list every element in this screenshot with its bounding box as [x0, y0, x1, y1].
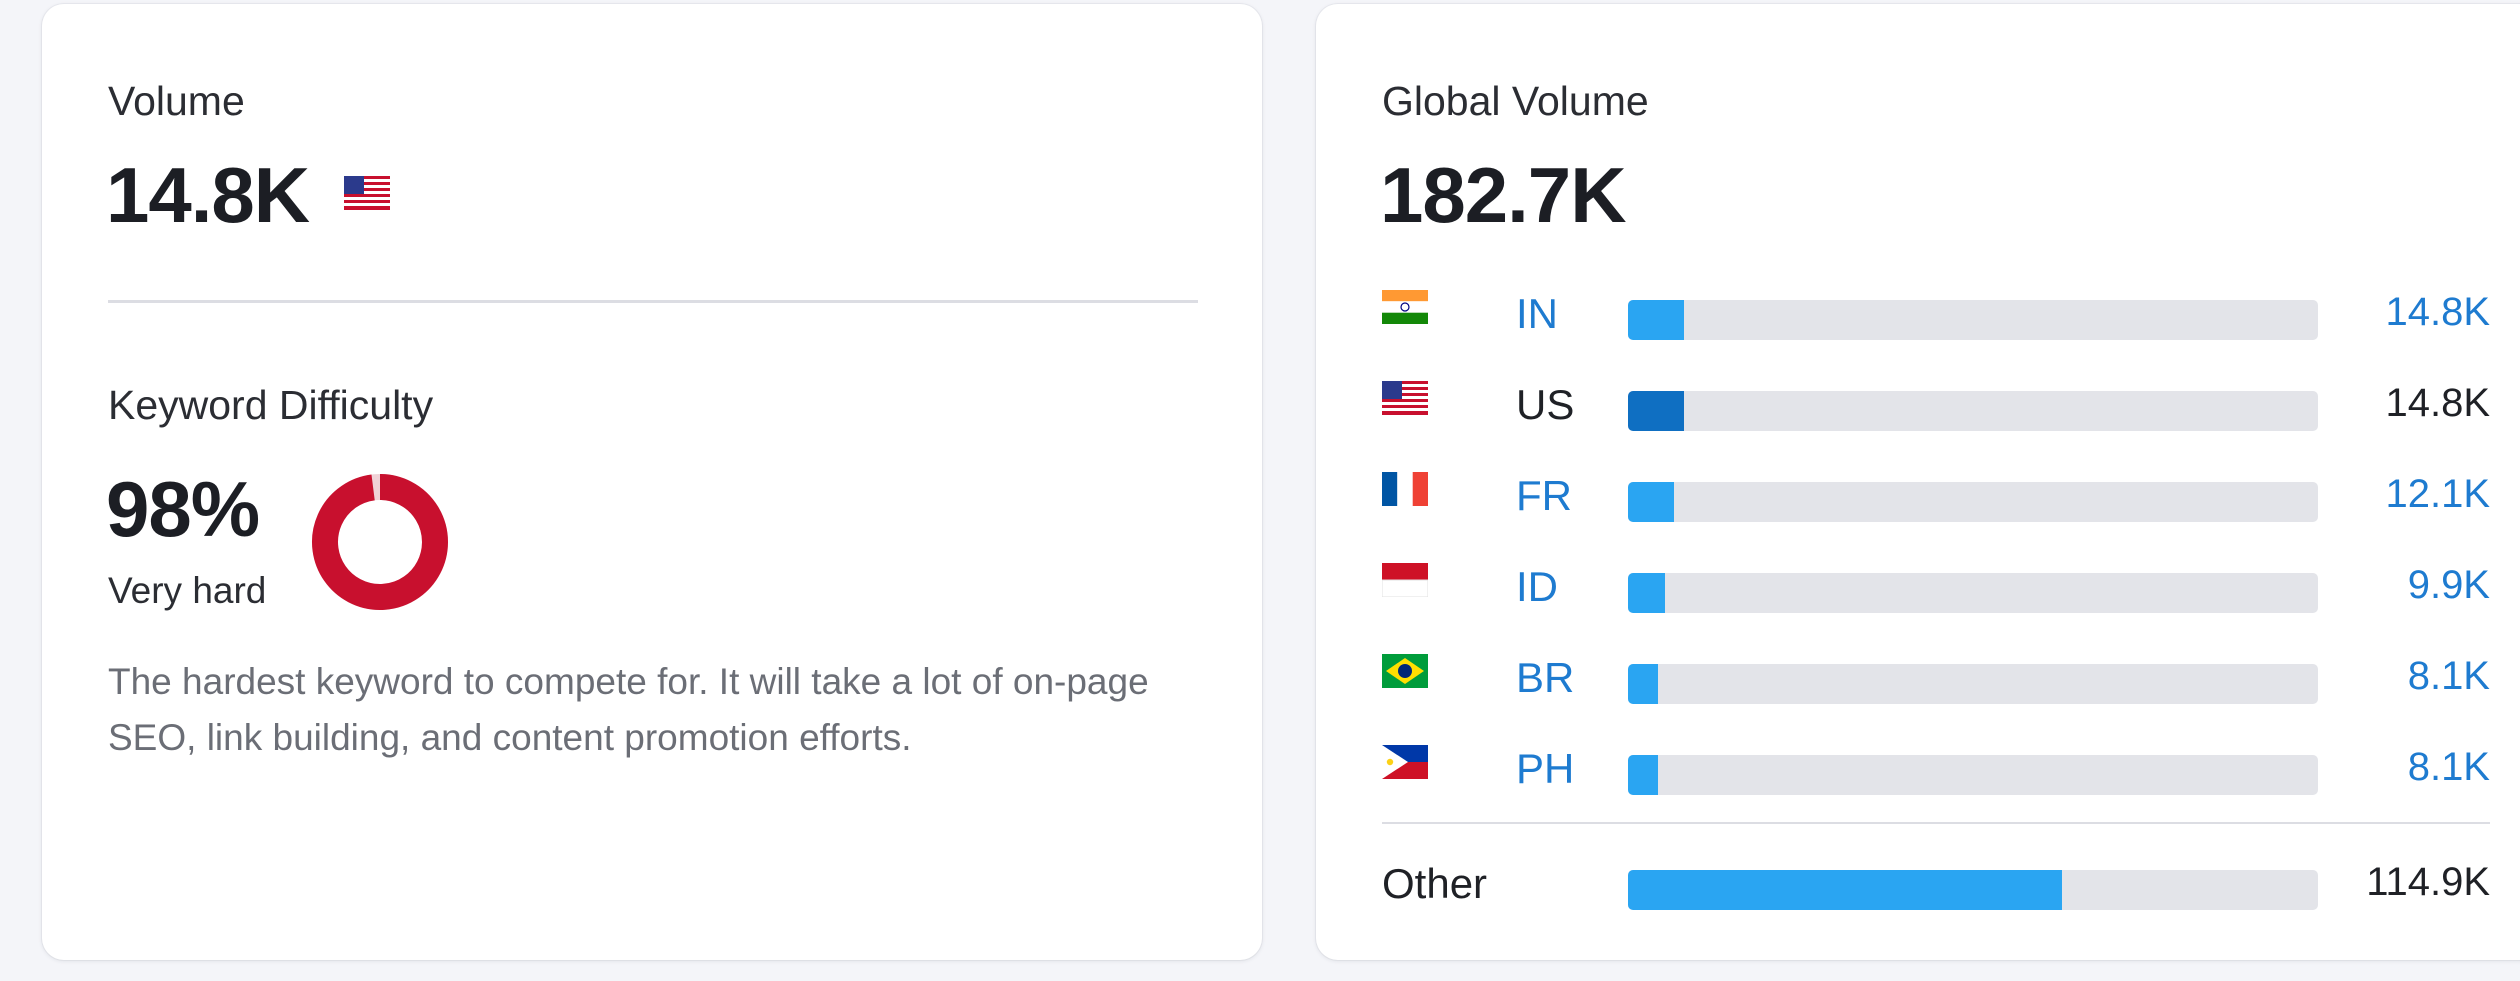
- india-flag-icon: [1382, 290, 1428, 324]
- other-volume: 114.9K: [2366, 860, 2490, 904]
- volume-value: 14.8K: [106, 151, 310, 239]
- volume-bar: [1628, 870, 2318, 910]
- volume-bar-fill: [1628, 870, 2062, 910]
- country-code[interactable]: FR: [1516, 472, 1572, 520]
- volume-bar-fill: [1628, 300, 1684, 340]
- global-volume-label: Global Volume: [1382, 78, 1649, 124]
- global-volume-value: 182.7K: [1380, 151, 1627, 239]
- volume-bar: [1628, 300, 2318, 340]
- country-row-id[interactable]: ID 9.9K: [1382, 557, 2490, 617]
- volume-bar: [1628, 482, 2318, 522]
- country-row-us: US 14.8K: [1382, 375, 2490, 435]
- volume-bar-fill: [1628, 391, 1684, 431]
- other-divider: [1382, 822, 2490, 824]
- volume-bar-fill: [1628, 573, 1666, 613]
- country-code[interactable]: BR: [1516, 654, 1574, 702]
- philippines-flag-icon: [1382, 745, 1428, 779]
- difficulty-donut-arc: [312, 474, 448, 610]
- france-flag-icon: [1382, 472, 1428, 506]
- country-code[interactable]: ID: [1516, 563, 1558, 611]
- volume-bar: [1628, 755, 2318, 795]
- us-flag-icon: [1382, 381, 1428, 415]
- country-volume[interactable]: 14.8K: [2290, 290, 2490, 335]
- volume-bar-fill: [1628, 755, 1659, 795]
- global-volume-card: Global Volume 182.7K IN 14.8K US 14.8K F…: [1316, 4, 2520, 960]
- country-code[interactable]: IN: [1516, 290, 1558, 338]
- volume-bar-fill: [1628, 482, 1674, 522]
- country-code: US: [1516, 381, 1575, 428]
- keyword-difficulty-label: Keyword Difficulty: [108, 382, 434, 428]
- country-volume[interactable]: 12.1K: [2290, 472, 2490, 517]
- country-row-ph[interactable]: PH 8.1K: [1382, 739, 2490, 799]
- keyword-difficulty-value: 98%: [106, 465, 260, 553]
- brazil-flag-icon: [1382, 654, 1428, 688]
- volume-bar: [1628, 391, 2318, 431]
- volume-card: Volume 14.8K Keyword Difficulty 98% Very…: [42, 4, 1262, 960]
- country-row-br[interactable]: BR 8.1K: [1382, 648, 2490, 708]
- indonesia-flag-icon: [1382, 563, 1428, 597]
- country-row-other: Other 114.9K: [1382, 854, 2490, 914]
- keyword-difficulty-level: Very hard: [108, 570, 267, 611]
- country-row-in[interactable]: IN 14.8K: [1382, 284, 2490, 344]
- country-row-fr[interactable]: FR 12.1K: [1382, 466, 2490, 526]
- volume-bar-fill: [1628, 664, 1659, 704]
- volume-bar: [1628, 573, 2318, 613]
- country-volume: 14.8K: [2385, 381, 2490, 425]
- country-list: IN 14.8K US 14.8K FR 12.1K ID 9.9K BR 8.…: [1382, 284, 2490, 804]
- country-volume[interactable]: 9.9K: [2290, 563, 2490, 608]
- keyword-difficulty-description: The hardest keyword to compete for. It w…: [108, 661, 1149, 758]
- section-divider: [108, 300, 1198, 303]
- country-code[interactable]: PH: [1516, 745, 1574, 793]
- country-volume[interactable]: 8.1K: [2290, 654, 2490, 699]
- country-volume[interactable]: 8.1K: [2290, 745, 2490, 790]
- us-flag-icon: [344, 176, 390, 210]
- other-label: Other: [1382, 860, 1488, 907]
- volume-label: Volume: [108, 78, 245, 124]
- volume-bar: [1628, 664, 2318, 704]
- difficulty-donut: [308, 470, 452, 614]
